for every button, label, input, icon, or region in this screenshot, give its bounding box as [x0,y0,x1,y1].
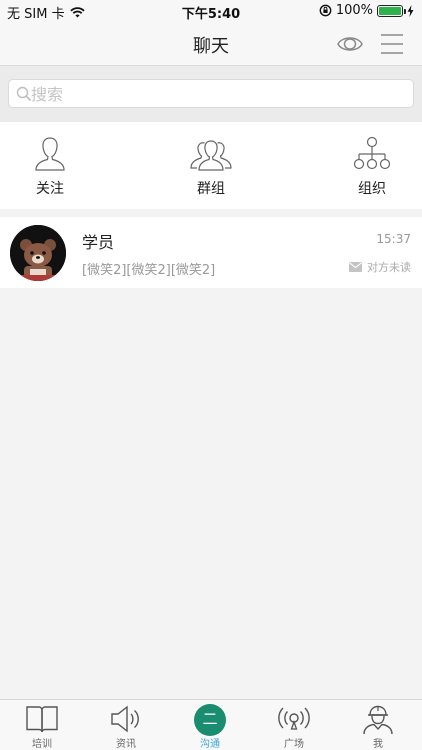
tab-training[interactable]: 培训 [0,700,84,750]
tab-news-label: 资讯 [116,739,136,750]
battery-percent: 100% [335,3,373,18]
groups-button[interactable]: 群组 [161,122,261,209]
speaker-icon [111,705,139,733]
envelope-icon [349,262,362,272]
quick-actions: 关注 群组 组织 [0,122,422,209]
menu-button[interactable] [380,32,404,56]
tab-communication[interactable]: 二 沟通 [168,700,252,750]
user-icon [35,137,65,171]
search-icon [16,86,32,102]
tab-me[interactable]: 我 [336,700,420,750]
worker-icon [363,705,393,734]
organization-label: 组织 [358,181,386,197]
chat-bubble-icon: 二 [194,704,226,736]
search-box[interactable] [8,79,414,108]
org-chart-icon [353,136,391,170]
eye-button[interactable] [336,32,364,56]
tab-communication-label: 沟通 [200,739,220,750]
charging-bolt-icon [407,4,414,17]
follow-button[interactable]: 关注 [0,122,100,209]
tab-bar: 培训 资讯 二 沟通 广场 我 [0,699,422,750]
status-bar: 无 SIM 卡 下午5:40 100% [0,0,422,22]
rotation-lock-icon [319,4,332,17]
search-section [0,66,422,122]
menu-icon [381,34,403,54]
follow-label: 关注 [36,181,64,197]
eye-icon [337,37,363,51]
bear-avatar-icon [10,225,66,281]
read-status-text: 对方未读 [367,261,411,274]
book-icon [26,706,58,733]
organization-button[interactable]: 组织 [322,122,422,209]
chat-preview: [微笑2][微笑2][微笑2] [82,263,216,278]
avatar [10,225,66,281]
battery-icon [377,4,406,17]
tab-training-label: 培训 [32,739,52,750]
tab-square[interactable]: 广场 [252,700,336,750]
tab-news[interactable]: 资讯 [84,700,168,750]
tab-square-label: 广场 [284,739,304,750]
group-icon [190,140,232,171]
status-right: 100% [319,3,414,18]
tab-me-label: 我 [373,739,383,750]
read-status: 对方未读 [349,259,411,275]
chat-time: 15:37 [376,232,411,246]
chat-name: 学员 [82,233,115,252]
broadcast-icon [278,707,310,730]
groups-label: 群组 [197,181,225,197]
nav-bar: 聊天 [0,22,422,66]
search-input[interactable] [31,82,401,106]
chat-list-item[interactable]: 学员 15:37 [微笑2][微笑2][微笑2] 对方未读 [0,217,422,288]
